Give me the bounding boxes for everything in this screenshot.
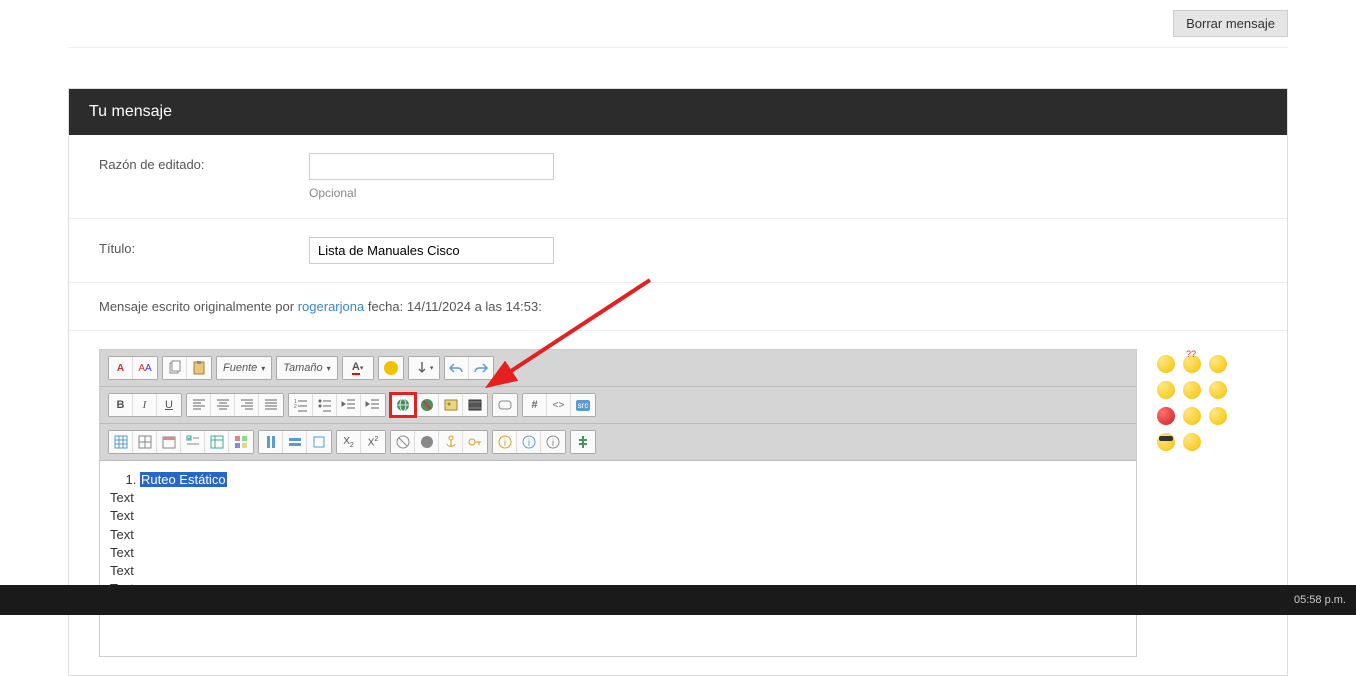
- smiley-neutral-icon[interactable]: [1183, 381, 1201, 399]
- cell-icon[interactable]: [307, 431, 331, 453]
- column-icon[interactable]: [259, 431, 283, 453]
- code-icon[interactable]: <>: [547, 394, 571, 416]
- underline-icon[interactable]: U: [157, 394, 181, 416]
- table2-icon[interactable]: [133, 431, 157, 453]
- smiley-confused-icon[interactable]: ??: [1183, 355, 1201, 373]
- quote-icon[interactable]: [493, 394, 517, 416]
- source-icon[interactable]: src: [571, 394, 595, 416]
- section-title: Tu mensaje: [69, 89, 1287, 135]
- grid-icon[interactable]: [229, 431, 253, 453]
- title-label: Título:: [99, 237, 309, 256]
- ordered-list-icon[interactable]: 12: [289, 394, 313, 416]
- remove-format-icon[interactable]: AA: [133, 357, 157, 379]
- redo-icon[interactable]: [469, 357, 493, 379]
- table-icon[interactable]: [109, 431, 133, 453]
- text-line: Text: [110, 544, 1126, 562]
- smiley-tongue-icon[interactable]: [1183, 407, 1201, 425]
- calendar-icon[interactable]: [157, 431, 181, 453]
- smiley-cool-icon[interactable]: [1157, 433, 1175, 451]
- selected-text: Ruteo Estático: [140, 472, 227, 487]
- paste-icon[interactable]: [187, 357, 211, 379]
- original-message-meta: Mensaje escrito originalmente por rogera…: [69, 283, 1287, 331]
- image-icon[interactable]: [439, 394, 463, 416]
- video-icon[interactable]: [463, 394, 487, 416]
- text-color-icon[interactable]: A ▾: [343, 357, 373, 379]
- unlink-icon[interactable]: [415, 394, 439, 416]
- edit-reason-input[interactable]: [309, 153, 554, 180]
- copy-icon[interactable]: [163, 357, 187, 379]
- anchor-icon[interactable]: [439, 431, 463, 453]
- checklist-icon[interactable]: [181, 431, 205, 453]
- align-justify-icon[interactable]: [259, 394, 283, 416]
- emoji-icon[interactable]: [379, 357, 403, 379]
- svg-text:i: i: [552, 438, 554, 449]
- taskbar: 05:58 p.m.: [0, 585, 1356, 615]
- text-line: Text: [110, 489, 1126, 507]
- attachment-icon[interactable]: ▾: [409, 357, 439, 379]
- edit-reason-hint: Opcional: [309, 186, 1257, 200]
- smiley-grin-icon[interactable]: [1209, 355, 1227, 373]
- indent-icon[interactable]: [361, 394, 385, 416]
- superscript-icon[interactable]: X2: [361, 431, 385, 453]
- text-line: Text: [110, 562, 1126, 580]
- font-color-icon[interactable]: A: [109, 357, 133, 379]
- link-icon[interactable]: [391, 394, 415, 416]
- text-line: Text: [110, 526, 1126, 544]
- unordered-list-icon[interactable]: [313, 394, 337, 416]
- align-center-icon[interactable]: [211, 394, 235, 416]
- smiley-smile-icon[interactable]: [1157, 355, 1175, 373]
- delete-message-button[interactable]: Borrar mensaje: [1173, 10, 1288, 37]
- globe-icon[interactable]: [415, 431, 439, 453]
- taskbar-time: 05:58 p.m.: [1294, 594, 1346, 606]
- info3-icon[interactable]: i: [541, 431, 565, 453]
- info1-icon[interactable]: i: [493, 431, 517, 453]
- info2-icon[interactable]: i: [517, 431, 541, 453]
- spreadsheet-icon[interactable]: [205, 431, 229, 453]
- smiley-angry-icon[interactable]: [1157, 407, 1175, 425]
- title-input[interactable]: [309, 237, 554, 264]
- smiley-laugh-icon[interactable]: [1183, 433, 1201, 451]
- bold-icon[interactable]: B: [109, 394, 133, 416]
- text-line: Text: [110, 507, 1126, 525]
- outdent-icon[interactable]: [337, 394, 361, 416]
- row-icon[interactable]: [283, 431, 307, 453]
- strikethrough-icon[interactable]: [391, 431, 415, 453]
- editor-content[interactable]: Ruteo Estático Text Text Text Text Text …: [100, 461, 1136, 656]
- hash-icon[interactable]: #: [523, 394, 547, 416]
- author-link[interactable]: rogerarjona: [298, 299, 365, 314]
- font-select[interactable]: Fuente: [217, 357, 271, 379]
- svg-text:i: i: [527, 438, 529, 449]
- align-left-icon[interactable]: [187, 394, 211, 416]
- undo-icon[interactable]: [445, 357, 469, 379]
- svg-text:i: i: [503, 438, 505, 449]
- svg-text:2: 2: [294, 404, 297, 410]
- special-icon[interactable]: [571, 431, 595, 453]
- size-select[interactable]: Tamaño: [277, 357, 336, 379]
- align-right-icon[interactable]: [235, 394, 259, 416]
- smiley-wink-icon[interactable]: [1209, 407, 1227, 425]
- subscript-icon[interactable]: X2: [337, 431, 361, 453]
- key-icon[interactable]: [463, 431, 487, 453]
- smiley-sad-icon[interactable]: [1209, 381, 1227, 399]
- edit-reason-label: Razón de editado:: [99, 153, 309, 172]
- smiley-happy-icon[interactable]: [1157, 381, 1175, 399]
- italic-icon[interactable]: I: [133, 394, 157, 416]
